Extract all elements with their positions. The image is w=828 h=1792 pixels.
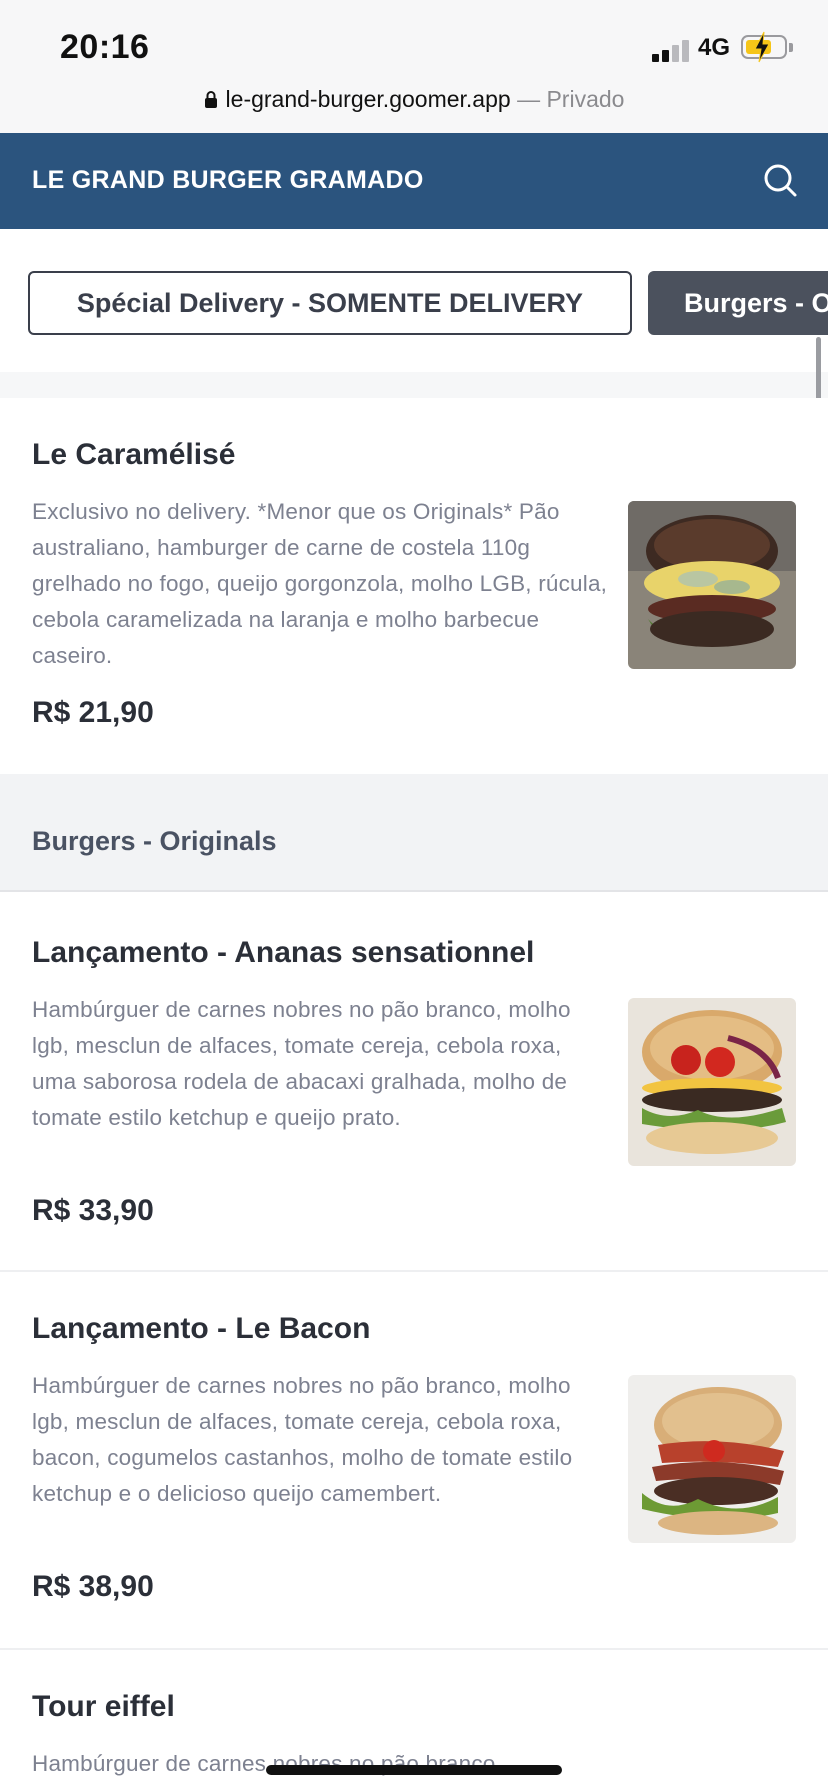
product-description: Hambúrguer de carnes nobres no pão branc… — [32, 1373, 573, 1506]
product-card[interactable]: Le Caramélisé Exclusivo no delivery. *Me… — [0, 398, 828, 774]
app-header: LE GRAND BURGER GRAMADO — [0, 133, 828, 229]
battery-tip — [789, 43, 793, 52]
address-bar[interactable]: le-grand-burger.goomer.app — Privado — [0, 86, 828, 113]
lock-icon — [204, 91, 217, 108]
search-icon[interactable] — [760, 160, 800, 200]
network-label: 4G — [698, 34, 731, 61]
product-description: Exclusivo no delivery. *Menor que os Ori… — [32, 499, 608, 668]
private-label: — Privado — [517, 86, 625, 112]
charging-bolt-icon — [754, 31, 770, 63]
product-description: Hambúrguer de carnes nobres no pão branc… — [32, 997, 571, 1130]
product-image — [628, 1375, 796, 1543]
category-tabs: Spécial Delivery - SOMENTE DELIVERY Burg… — [0, 229, 828, 372]
home-indicator — [266, 1765, 562, 1775]
section-title: Burgers - Originals — [32, 826, 277, 856]
product-card[interactable]: Lançamento - Le Bacon Hambúrguer de carn… — [0, 1272, 828, 1648]
signal-icon — [652, 38, 692, 62]
status-bar: 20:16 4G le-grand-burger.goomer.app — Pr… — [0, 0, 828, 133]
url-text: le-grand-burger.goomer.app — [225, 86, 511, 112]
product-name: Tour eiffel — [32, 1690, 175, 1723]
product-name: Lançamento - Le Bacon — [32, 1312, 371, 1345]
category-separator — [0, 372, 828, 398]
product-name: Lançamento - Ananas sensationnel — [32, 936, 535, 969]
section-header: Burgers - Originals — [0, 774, 828, 892]
product-price: R$ 33,90 — [32, 1194, 154, 1227]
product-price: R$ 38,90 — [32, 1570, 154, 1603]
status-time: 20:16 — [60, 28, 150, 66]
product-description: Hambúrguer de carnes nobres no pão branc… — [32, 1751, 502, 1776]
category-tab-burgers-originals[interactable]: Burgers - Originals — [648, 271, 828, 335]
restaurant-title: LE GRAND BURGER GRAMADO — [32, 166, 424, 194]
product-image — [628, 998, 796, 1166]
product-card[interactable]: Lançamento - Ananas sensationnel Hambúrg… — [0, 892, 828, 1270]
category-tab-special-delivery[interactable]: Spécial Delivery - SOMENTE DELIVERY — [28, 271, 632, 335]
product-price: R$ 21,90 — [32, 696, 154, 729]
product-name: Le Caramélisé — [32, 438, 236, 471]
product-image — [628, 501, 796, 669]
